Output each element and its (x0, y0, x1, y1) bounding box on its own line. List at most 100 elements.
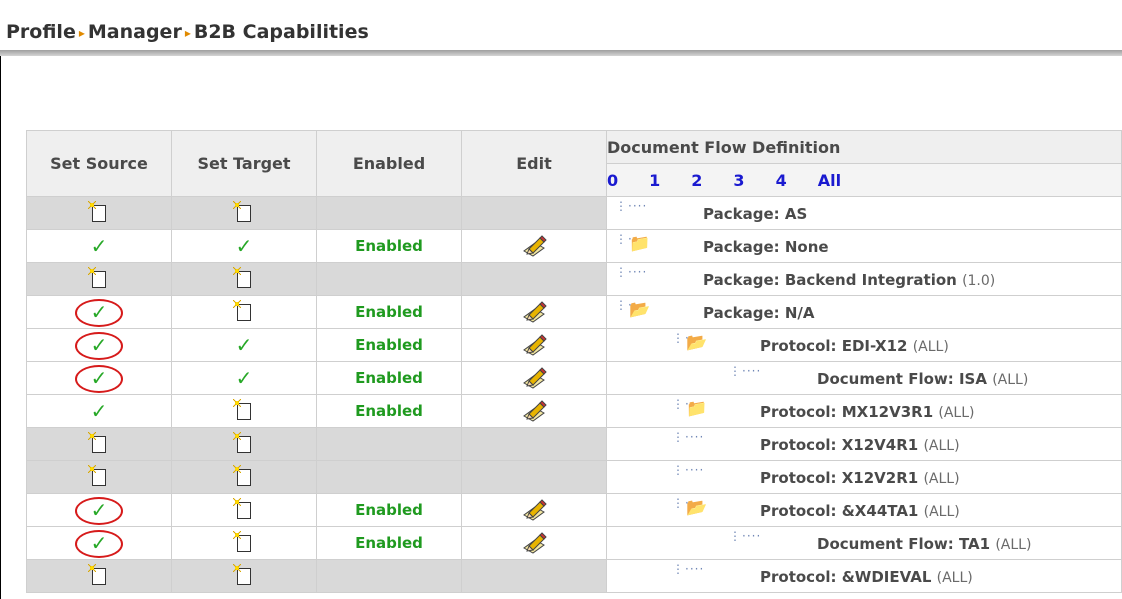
flow-item-label[interactable]: Package: N/A (703, 304, 814, 322)
flow-item-label[interactable]: Protocol: X12V2R1 (ALL) (760, 469, 960, 487)
set-target-cell[interactable] (171, 427, 317, 461)
set-source-cell[interactable]: ✓ (26, 526, 172, 560)
flow-item-version: (ALL) (923, 504, 960, 520)
breadcrumb-separator-icon: ▸ (184, 26, 191, 40)
set-target-cell[interactable] (171, 394, 317, 428)
set-source-cell[interactable] (26, 559, 172, 593)
set-source-cell[interactable]: ✓ (26, 295, 172, 329)
set-source-cell[interactable]: ✓ (26, 493, 172, 527)
flow-item-version: (ALL) (992, 372, 1029, 388)
edit-cell (461, 328, 607, 362)
folder-closed-icon[interactable]: 📁 (686, 399, 707, 419)
new-document-icon[interactable] (233, 431, 251, 453)
new-document-icon[interactable] (233, 299, 251, 321)
folder-open-icon[interactable]: 📂 (686, 498, 707, 518)
set-source-cell[interactable] (26, 460, 172, 494)
checkmark-icon[interactable]: ✓ (91, 531, 108, 555)
set-source-cell[interactable] (26, 427, 172, 461)
set-source-cell[interactable]: ✓ (26, 229, 172, 263)
level-link-4[interactable]: 4 (776, 171, 787, 190)
breadcrumb-manager[interactable]: Manager (88, 21, 182, 43)
folder-open-icon[interactable]: 📂 (629, 300, 650, 320)
set-target-cell[interactable] (171, 559, 317, 593)
table-row: ⋮···· Package: AS (26, 196, 1122, 230)
edit-cell (461, 295, 607, 329)
new-document-icon[interactable] (233, 530, 251, 552)
set-target-cell[interactable]: ✓ (171, 229, 317, 263)
flow-item-label[interactable]: Protocol: X12V4R1 (ALL) (760, 436, 960, 454)
set-target-cell[interactable] (171, 526, 317, 560)
edit-icon[interactable] (521, 366, 547, 390)
flow-item-label[interactable]: Package: None (703, 238, 829, 256)
set-source-cell[interactable] (26, 262, 172, 296)
checkmark-icon[interactable]: ✓ (91, 300, 108, 324)
enabled-cell: Enabled (316, 493, 462, 527)
edit-icon[interactable] (521, 531, 547, 555)
enabled-cell (316, 427, 462, 461)
document-flow-cell: ⋮···· Protocol: X12V4R1 (ALL) (606, 427, 1122, 461)
set-target-cell[interactable] (171, 262, 317, 296)
folder-closed-icon[interactable]: 📁 (629, 234, 650, 254)
new-document-icon[interactable] (233, 497, 251, 519)
folder-open-icon[interactable]: 📂 (686, 333, 707, 353)
edit-icon[interactable] (521, 300, 547, 324)
new-document-icon[interactable] (88, 200, 106, 222)
level-link-1[interactable]: 1 (649, 171, 660, 190)
edit-icon[interactable] (521, 333, 547, 357)
flow-item-label[interactable]: Package: Backend Integration (1.0) (703, 271, 995, 289)
level-link-3[interactable]: 3 (733, 171, 744, 190)
flow-item-label[interactable]: Protocol: MX12V3R1 (ALL) (760, 403, 974, 421)
checkmark-icon[interactable]: ✓ (91, 498, 108, 522)
flow-item-version: (ALL) (923, 438, 960, 454)
enabled-status: Enabled (355, 303, 423, 321)
flow-item-label[interactable]: Protocol: EDI-X12 (ALL) (760, 337, 949, 355)
breadcrumb: Profile ▸ Manager ▸ B2B Capabilities (6, 19, 369, 45)
level-link-0[interactable]: 0 (607, 171, 618, 190)
checkmark-icon[interactable]: ✓ (91, 333, 108, 357)
flow-item-label[interactable]: Protocol: &X44TA1 (ALL) (760, 502, 960, 520)
table-row: ✓ Enabled ⋮· 📂 Protocol: &X44TA1 (ALL) (26, 493, 1122, 527)
new-document-icon[interactable] (88, 431, 106, 453)
checkmark-icon[interactable]: ✓ (236, 234, 253, 258)
checkmark-icon[interactable]: ✓ (91, 366, 108, 390)
new-document-icon[interactable] (88, 464, 106, 486)
set-target-cell[interactable]: ✓ (171, 361, 317, 395)
header-set-source: Set Source (26, 130, 172, 197)
breadcrumb-current: B2B Capabilities (193, 21, 369, 43)
edit-icon[interactable] (521, 234, 547, 258)
new-document-icon[interactable] (88, 563, 106, 585)
new-document-icon[interactable] (233, 398, 251, 420)
set-source-cell[interactable]: ✓ (26, 394, 172, 428)
level-link-all[interactable]: All (818, 171, 841, 190)
new-document-icon[interactable] (88, 266, 106, 288)
edit-icon[interactable] (521, 399, 547, 423)
set-target-cell[interactable] (171, 295, 317, 329)
set-target-cell[interactable] (171, 493, 317, 527)
set-source-cell[interactable] (26, 196, 172, 230)
flow-item-label[interactable]: Document Flow: ISA (ALL) (817, 370, 1028, 388)
flow-item-label[interactable]: Document Flow: TA1 (ALL) (817, 535, 1031, 553)
checkmark-icon[interactable]: ✓ (91, 234, 108, 258)
tree-connector-icon: ⋮···· (729, 529, 762, 543)
set-source-cell[interactable]: ✓ (26, 328, 172, 362)
edit-cell (461, 361, 607, 395)
checkmark-icon[interactable]: ✓ (236, 333, 253, 357)
enabled-cell (316, 559, 462, 593)
breadcrumb-profile[interactable]: Profile (6, 21, 76, 43)
level-link-2[interactable]: 2 (691, 171, 702, 190)
edit-icon[interactable] (521, 498, 547, 522)
flow-item-label[interactable]: Package: AS (703, 205, 807, 223)
table-row: ✓ ✓ Enabled ⋮···· Document Flow: ISA (ALL) (26, 361, 1122, 395)
new-document-icon[interactable] (233, 563, 251, 585)
new-document-icon[interactable] (233, 464, 251, 486)
set-target-cell[interactable]: ✓ (171, 328, 317, 362)
flow-item-label[interactable]: Protocol: &WDIEVAL (ALL) (760, 568, 973, 586)
set-target-cell[interactable] (171, 460, 317, 494)
set-target-cell[interactable] (171, 196, 317, 230)
new-document-icon[interactable] (233, 200, 251, 222)
checkmark-icon[interactable]: ✓ (91, 399, 108, 423)
set-source-cell[interactable]: ✓ (26, 361, 172, 395)
new-document-icon[interactable] (233, 266, 251, 288)
checkmark-icon[interactable]: ✓ (236, 366, 253, 390)
header-enabled: Enabled (316, 130, 462, 197)
